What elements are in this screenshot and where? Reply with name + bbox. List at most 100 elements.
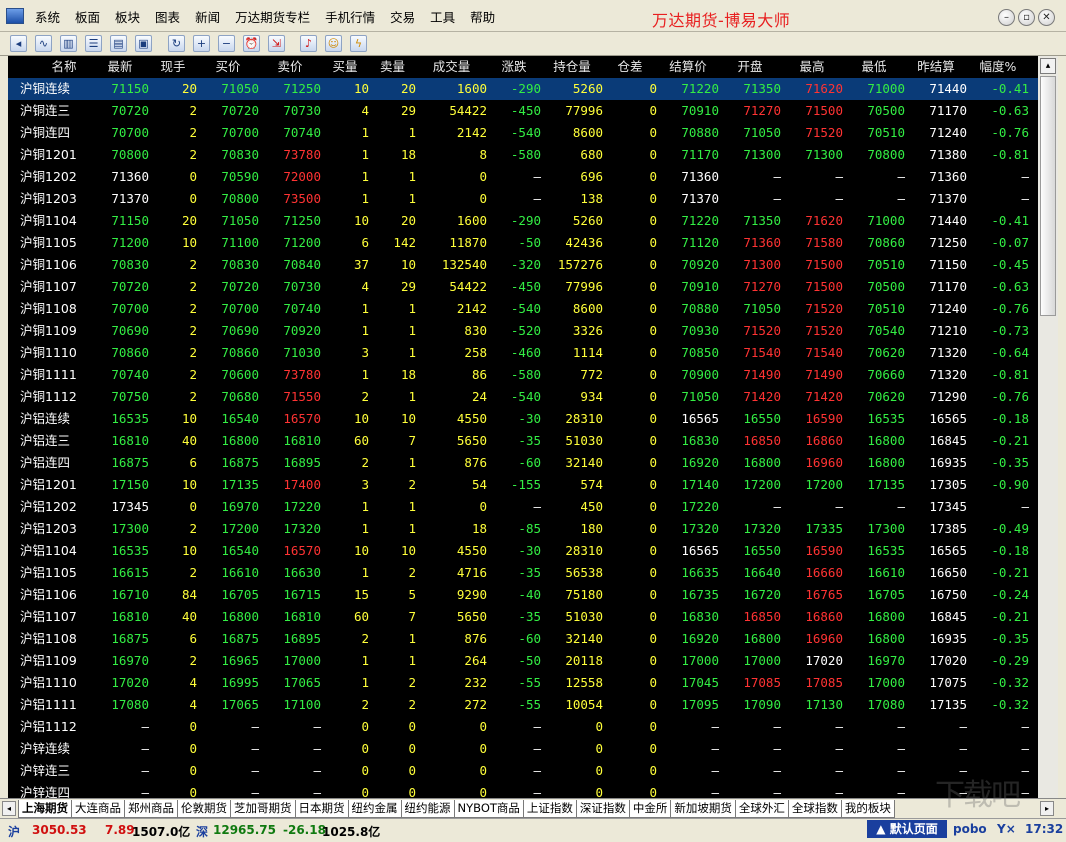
col-header-ask[interactable]: 卖价 bbox=[259, 56, 321, 78]
col-header-open[interactable]: 开盘 bbox=[719, 56, 781, 78]
tab-scroll-left-icon[interactable]: ◂ bbox=[2, 801, 16, 816]
col-header-oi[interactable]: 持仓量 bbox=[541, 56, 603, 78]
tab-market[interactable]: 我的板块 bbox=[840, 800, 895, 818]
table-row[interactable]: 沪铜1107 70720 2 70720 70730 4 29 54422 -450 77996 0… bbox=[8, 276, 1038, 298]
col-header-bidv[interactable]: 买量 bbox=[321, 56, 369, 78]
table-row[interactable]: 沪铝1106 16710 84 16705 16715 15 5 9290 -40 75180 0 1… bbox=[8, 584, 1038, 606]
news-icon[interactable]: ▤ bbox=[110, 35, 127, 52]
table-row[interactable]: 沪铜1201 70800 2 70830 73780 1 18 8 -580 680 0 71170 7… bbox=[8, 144, 1038, 166]
bell-icon[interactable]: ♪ bbox=[300, 35, 317, 52]
table-row[interactable]: 沪铜1104 71150 20 71050 71250 10 20 1600 -290 5260 0… bbox=[8, 210, 1038, 232]
table-row[interactable]: 沪铜连三 70720 2 70720 70730 4 29 54422 -450 77996 0 70… bbox=[8, 100, 1038, 122]
menu-help[interactable]: 帮助 bbox=[470, 7, 495, 26]
menu-wanda-column[interactable]: 万达期货专栏 bbox=[235, 7, 310, 26]
alarm-clock-icon[interactable]: ⏰ bbox=[243, 35, 260, 52]
col-header-pct[interactable]: 幅度% bbox=[967, 56, 1029, 78]
col-header-vol[interactable]: 成交量 bbox=[416, 56, 487, 78]
menu-chart[interactable]: 图表 bbox=[155, 7, 180, 26]
table-row[interactable]: 沪铜1105 71200 10 71100 71200 6 142 11870 -50 42436… bbox=[8, 232, 1038, 254]
quote-list-icon[interactable]: ☰ bbox=[85, 35, 102, 52]
col-header-prevsettle[interactable]: 昨结算 bbox=[905, 56, 967, 78]
table-row[interactable]: 沪铝连三 16810 40 16800 16810 60 7 5650 -35 51030 0 168… bbox=[8, 430, 1038, 452]
tab-market[interactable]: 上证指数 bbox=[522, 800, 577, 818]
refresh-icon[interactable]: ↻ bbox=[168, 35, 185, 52]
tab-market[interactable]: 大连商品 bbox=[71, 800, 125, 818]
table-row[interactable]: 沪铝1104 16535 10 16540 16570 10 10 4550 -30 28310 0… bbox=[8, 540, 1038, 562]
tab-market[interactable]: 上海期货 bbox=[18, 800, 72, 818]
vertical-scrollbar[interactable]: ▴ bbox=[1038, 56, 1058, 798]
table-row[interactable]: 沪锌连续 —0— —0 0 0—0 0— — — — — — bbox=[8, 738, 1038, 760]
table-row[interactable]: 沪铜1202 71360 0 70590 72000 1 1 0—696 0 71360— — —71… bbox=[8, 166, 1038, 188]
col-header-askv[interactable]: 卖量 bbox=[369, 56, 416, 78]
menu-sector[interactable]: 板块 bbox=[115, 7, 140, 26]
tab-market[interactable]: 新加坡期货 bbox=[670, 800, 736, 818]
users-icon[interactable]: ☺ bbox=[325, 35, 342, 52]
tab-market[interactable]: 芝加哥期货 bbox=[230, 800, 296, 818]
table-row[interactable]: 沪铜1109 70690 2 70690 70920 1 1 830 -520 3326 0 7093… bbox=[8, 320, 1038, 342]
table-row[interactable]: 沪铜连四 70700 2 70700 70740 1 1 2142 -540 8600 0 70880… bbox=[8, 122, 1038, 144]
col-header-low[interactable]: 最低 bbox=[843, 56, 905, 78]
col-header-cur[interactable]: 现手 bbox=[149, 56, 197, 78]
tab-market[interactable]: 纽约金属 bbox=[347, 800, 402, 818]
table-row[interactable]: 沪铜1111 70740 2 70600 73780 1 18 86 -580 772 0 70900… bbox=[8, 364, 1038, 386]
table-row[interactable]: 沪铜1203 71370 0 70800 73500 1 1 0—138 0 71370— — —71… bbox=[8, 188, 1038, 210]
col-header-oidiff[interactable]: 仓差 bbox=[603, 56, 657, 78]
zoom-in-icon[interactable]: + bbox=[193, 35, 210, 52]
table-row[interactable]: 沪铝1110 17020 4 16995 17065 1 2 232 -55 12558 0 1704… bbox=[8, 672, 1038, 694]
restore-button[interactable]: ▫ bbox=[1018, 9, 1035, 26]
table-row[interactable]: 沪铝1203 17300 2 17200 17320 1 1 18 -85 180 0 17320 17… bbox=[8, 518, 1038, 540]
tab-market[interactable]: 纽约能源 bbox=[400, 800, 455, 818]
col-header-bid[interactable]: 买价 bbox=[197, 56, 259, 78]
table-row[interactable]: 沪铜连续 71150 20 71050 71250 10 20 1600 -290 5260 0 71… bbox=[8, 78, 1038, 100]
menu-tools[interactable]: 工具 bbox=[430, 7, 455, 26]
table-row[interactable]: 沪铜1112 70750 2 70680 71550 2 1 24 -540 934 0 71050 7… bbox=[8, 386, 1038, 408]
col-header-last[interactable]: 最新 bbox=[91, 56, 149, 78]
candlestick-icon[interactable]: ▥ bbox=[60, 35, 77, 52]
tab-market[interactable]: 全球指数 bbox=[787, 800, 842, 818]
table-row[interactable]: 沪铝连四 16875 6 16875 16895 2 1 876 -60 32140 0 16920 1… bbox=[8, 452, 1038, 474]
tab-market[interactable]: 深证指数 bbox=[575, 800, 630, 818]
line-chart-icon[interactable]: ∿ bbox=[35, 35, 52, 52]
scroll-thumb[interactable] bbox=[1040, 76, 1056, 316]
table-row[interactable]: 沪铝1105 16615 2 16610 16630 1 2 4716 -35 56538 0 166… bbox=[8, 562, 1038, 584]
tab-market[interactable]: 日本期货 bbox=[294, 800, 349, 818]
table-row[interactable]: 沪铝1112—0— —0 0 0—0 0— — — — — — bbox=[8, 716, 1038, 738]
table-row[interactable]: 沪铝1107 16810 40 16800 16810 60 7 5650 -35 51030 0 1… bbox=[8, 606, 1038, 628]
table-row[interactable]: 沪铜1108 70700 2 70700 70740 1 1 2142 -540 8600 0 708… bbox=[8, 298, 1038, 320]
table-row[interactable]: 沪铜1106 70830 2 70830 70840 37 10 132540 -320 1572… bbox=[8, 254, 1038, 276]
back-icon[interactable]: ◂ bbox=[10, 35, 27, 52]
tab-market[interactable]: 中金所 bbox=[628, 800, 672, 818]
menu-news[interactable]: 新闻 bbox=[195, 7, 220, 26]
table-row[interactable]: 沪铝1111 17080 4 17065 17100 2 2 272 -55 10054 0 1709… bbox=[8, 694, 1038, 716]
close-button[interactable]: ✕ bbox=[1038, 9, 1055, 26]
tab-market[interactable]: 全球外汇 bbox=[734, 800, 789, 818]
f10-icon[interactable]: ▣ bbox=[135, 35, 152, 52]
col-header-settle[interactable]: 结算价 bbox=[657, 56, 719, 78]
lightning-icon[interactable]: ϟ bbox=[350, 35, 367, 52]
table-row[interactable]: 沪铝1201 17150 10 17135 17400 3 2 54 -155 574 0 17140… bbox=[8, 474, 1038, 496]
col-header-high[interactable]: 最高 bbox=[781, 56, 843, 78]
export-icon[interactable]: ⇲ bbox=[268, 35, 285, 52]
table-row[interactable]: 沪铝1202 17345 0 16970 17220 1 1 0—450 0 17220— — —17… bbox=[8, 496, 1038, 518]
table-row[interactable]: 沪铝连续 16535 10 16540 16570 10 10 4550 -30 28310 0 16… bbox=[8, 408, 1038, 430]
menu-system[interactable]: 系统 bbox=[35, 7, 60, 26]
table-row[interactable]: 沪锌连三 —0— —0 0 0—0 0— — — — — — bbox=[8, 760, 1038, 782]
zoom-out-icon[interactable]: − bbox=[218, 35, 235, 52]
menu-trade[interactable]: 交易 bbox=[390, 7, 415, 26]
default-page-button[interactable]: ▲ 默认页面 bbox=[867, 820, 947, 838]
table-row[interactable]: 沪锌连四 —0— —0 0 0—0 0— — — — — — bbox=[8, 782, 1038, 798]
scroll-up-icon[interactable]: ▴ bbox=[1040, 58, 1056, 74]
menu-board[interactable]: 板面 bbox=[75, 7, 100, 26]
tab-scroll-right-icon[interactable]: ▸ bbox=[1040, 801, 1054, 816]
cell-high: 16960 bbox=[805, 455, 843, 470]
table-row[interactable]: 沪铜1110 70860 2 70860 71030 3 1 258 -460 1114 0 7085… bbox=[8, 342, 1038, 364]
minimize-button[interactable]: – bbox=[998, 9, 1015, 26]
tab-market[interactable]: 郑州商品 bbox=[124, 800, 178, 818]
menu-mobile-quotes[interactable]: 手机行情 bbox=[325, 7, 375, 26]
col-header-chg[interactable]: 涨跌 bbox=[487, 56, 541, 78]
tab-market[interactable]: NYBOT商品 bbox=[453, 800, 524, 818]
table-row[interactable]: 沪铝1108 16875 6 16875 16895 2 1 876 -60 32140 0 1692… bbox=[8, 628, 1038, 650]
table-row[interactable]: 沪铝1109 16970 2 16965 17000 1 1 264 -50 20118 0 1700… bbox=[8, 650, 1038, 672]
tab-market[interactable]: 伦敦期货 bbox=[177, 800, 231, 818]
filter-icon[interactable]: Y× bbox=[997, 822, 1016, 836]
